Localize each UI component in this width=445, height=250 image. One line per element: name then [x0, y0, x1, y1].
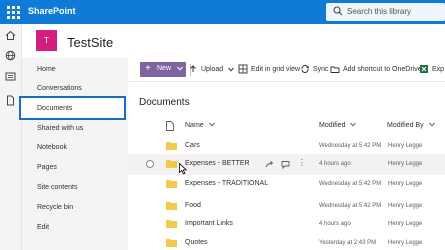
- chevron-down-icon: [208, 122, 215, 127]
- export-button[interactable]: Exp: [419, 62, 444, 77]
- export-label: Exp: [432, 66, 445, 73]
- row-modified-by[interactable]: Henry Legge: [388, 161, 422, 167]
- row-modified-by[interactable]: Henry Legge: [388, 181, 422, 187]
- site-logo[interactable]: T: [36, 30, 57, 51]
- row-modified: 4 hours ago: [319, 161, 351, 167]
- column-header-modified[interactable]: Modified: [319, 122, 357, 129]
- sync-icon: [301, 65, 310, 74]
- nav-item-site-contents[interactable]: Site contents: [22, 178, 128, 198]
- library-title: Documents: [139, 97, 190, 108]
- add-shortcut-button[interactable]: Add shortcut to OneDrive: [330, 62, 422, 77]
- sync-button[interactable]: Sync: [300, 62, 329, 77]
- news-icon[interactable]: [5, 71, 16, 82]
- new-button[interactable]: + New: [140, 62, 186, 77]
- home-icon[interactable]: [5, 30, 16, 41]
- row-modified-by[interactable]: Henry Legge: [388, 143, 422, 149]
- chevron-down-icon: [177, 66, 183, 71]
- folder-icon: [166, 142, 177, 150]
- more-options-icon[interactable]: ⋮: [298, 158, 306, 167]
- row-modified: Wednesday at 5:42 PM: [319, 181, 382, 187]
- row-modified: 4 hours ago: [319, 221, 351, 227]
- row-modified: Yesterday at 2:43 PM: [319, 240, 377, 246]
- add-shortcut-label: Add shortcut to OneDrive: [343, 66, 422, 73]
- row-name[interactable]: Food: [185, 202, 201, 209]
- table-row[interactable]: Expenses - TRADITIONAL Wednesday at 5:42…: [128, 174, 445, 195]
- nav-item-notebook[interactable]: Notebook: [22, 138, 128, 158]
- chevron-down-icon: [350, 122, 357, 127]
- nav-item-edit[interactable]: Edit: [22, 218, 128, 238]
- command-bar: + New Upload Edit in grid view Sync Add …: [128, 58, 445, 82]
- left-navigation: Home Conversations Documents Shared with…: [19, 58, 128, 250]
- column-header-modified-by-label: Modified By: [387, 122, 424, 129]
- mouse-pointer-icon: [179, 163, 187, 175]
- row-name[interactable]: Quotes: [185, 239, 208, 246]
- column-header-name[interactable]: Name: [185, 122, 215, 129]
- folder-icon: [166, 160, 177, 168]
- edit-grid-view-button[interactable]: Edit in grid view: [238, 62, 300, 77]
- search-icon: [333, 6, 343, 16]
- column-header-name-label: Name: [185, 122, 204, 129]
- plus-icon: +: [145, 63, 151, 74]
- column-header-modified-label: Modified: [319, 122, 346, 129]
- file-type-icon[interactable]: [166, 121, 174, 131]
- grid-icon: [238, 64, 248, 74]
- nav-item-home[interactable]: Home: [22, 60, 128, 80]
- row-modified: Wednesday at 5:42 PM: [319, 143, 382, 149]
- share-icon[interactable]: [265, 160, 274, 169]
- app-launcher-icon[interactable]: [2, 0, 24, 24]
- table-row[interactable]: Important Links 4 hours ago Henry Legge: [128, 214, 445, 235]
- row-modified-by[interactable]: Henry Legge: [388, 221, 422, 227]
- row-modified: Wednesday at 5:42 PM: [319, 203, 382, 209]
- search-placeholder: Search this library: [347, 7, 412, 16]
- folder-icon: [166, 220, 177, 228]
- shortcut-icon: [330, 66, 340, 74]
- upload-label: Upload: [201, 66, 224, 73]
- row-modified-by[interactable]: Henry Legge: [388, 203, 422, 209]
- new-button-label: New: [157, 65, 172, 72]
- site-title[interactable]: TestSite: [67, 35, 113, 50]
- column-header-modified-by[interactable]: Modified By: [387, 122, 435, 129]
- row-name[interactable]: Expenses - BETTER: [185, 160, 250, 167]
- folder-icon: [166, 202, 177, 210]
- row-select-radio[interactable]: [146, 160, 154, 168]
- search-input[interactable]: Search this library: [326, 3, 445, 21]
- nav-item-pages[interactable]: Pages: [22, 158, 128, 178]
- nav-item-documents[interactable]: Documents: [19, 96, 126, 120]
- edit-grid-view-label: Edit in grid view: [251, 66, 301, 73]
- comment-icon[interactable]: [281, 160, 290, 169]
- excel-icon: [420, 65, 428, 74]
- table-row[interactable]: Expenses - BETTER ⋮ 4 hours ago Henry Le…: [128, 154, 445, 175]
- suite-bar: SharePoint Search this library: [0, 0, 445, 24]
- row-modified-by[interactable]: Henry Legge: [388, 240, 422, 246]
- upload-icon: [190, 65, 196, 73]
- app-rail: [0, 24, 22, 250]
- row-name[interactable]: Important Links: [185, 220, 233, 227]
- row-name[interactable]: Expenses - TRADITIONAL: [185, 180, 268, 187]
- nav-item-shared-with-us[interactable]: Shared with us: [22, 119, 128, 139]
- document-icon[interactable]: [5, 95, 16, 106]
- globe-icon[interactable]: [5, 50, 16, 61]
- chevron-down-icon: [228, 67, 235, 72]
- table-row[interactable]: Quotes Yesterday at 2:43 PM Henry Legge: [128, 233, 445, 250]
- row-name[interactable]: Cars: [185, 142, 200, 149]
- upload-button[interactable]: Upload: [188, 62, 237, 77]
- chevron-down-icon: [428, 122, 435, 127]
- folder-icon: [166, 239, 177, 247]
- folder-icon: [166, 180, 177, 188]
- sync-label: Sync: [313, 66, 329, 73]
- app-name[interactable]: SharePoint: [28, 6, 76, 16]
- nav-item-recycle-bin[interactable]: Recycle bin: [22, 198, 128, 218]
